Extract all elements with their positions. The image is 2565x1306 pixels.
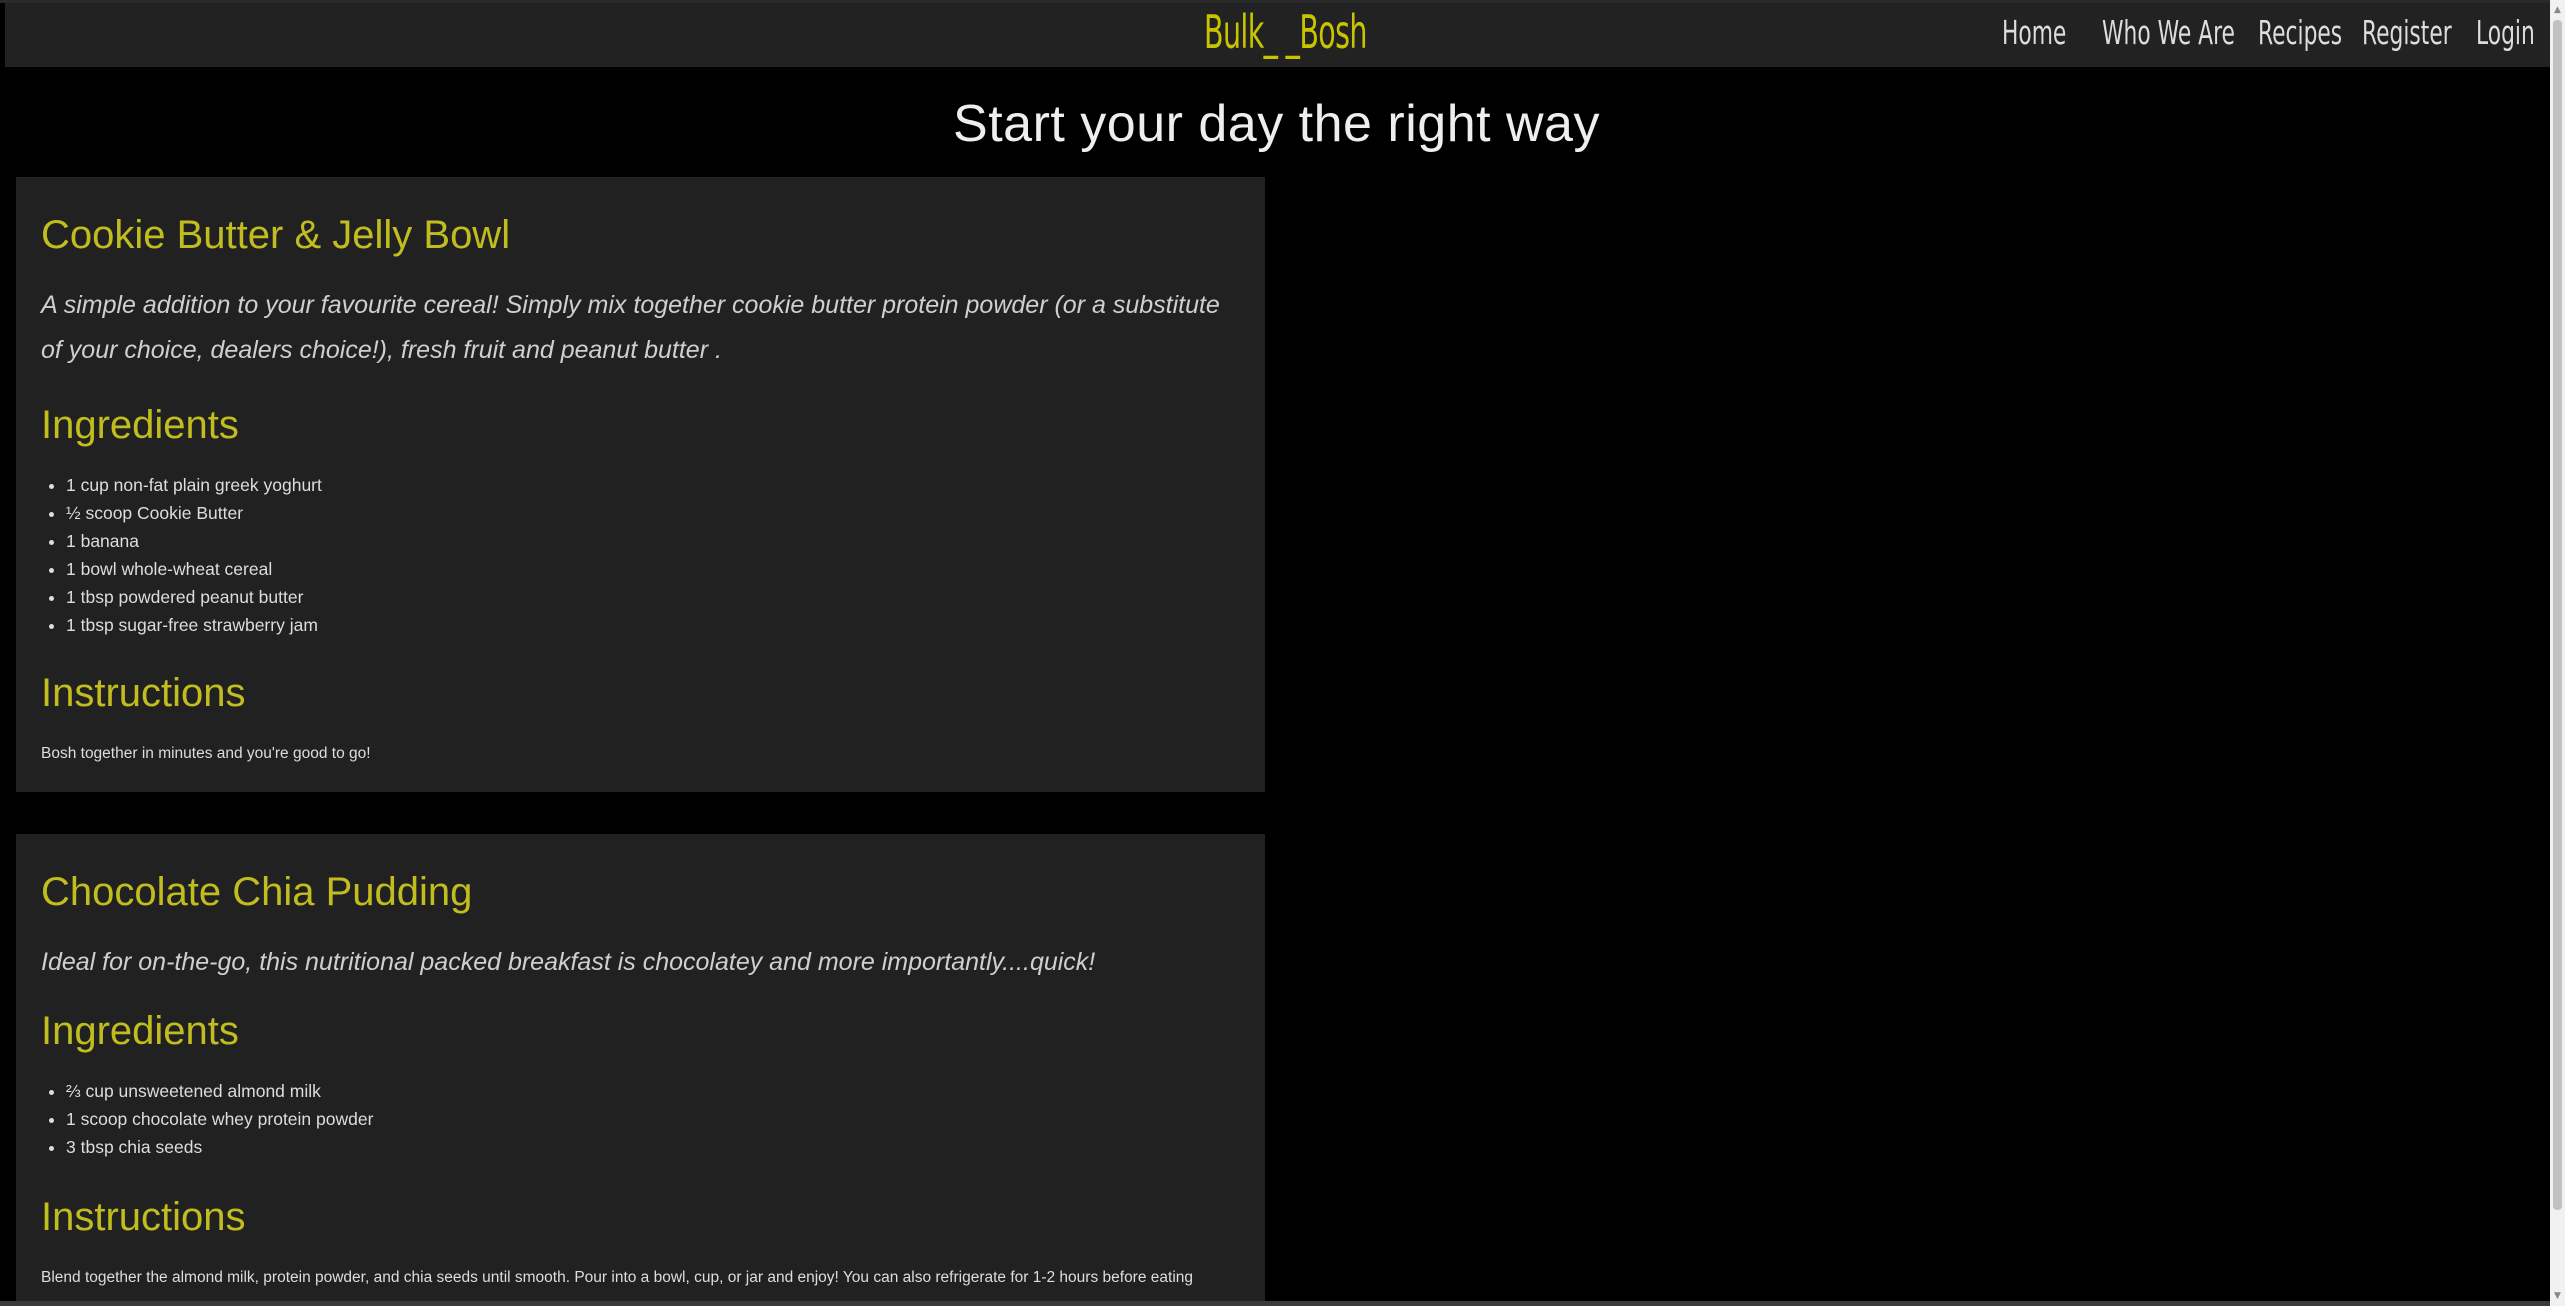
nav-links: Home Who We Are Recipes Register Login	[2002, 13, 2544, 63]
nav-item-home[interactable]: Home	[2002, 13, 2088, 63]
bottom-strip	[0, 1301, 2550, 1306]
ingredient-item: 1 scoop chocolate whey protein powder	[66, 1105, 373, 1133]
ingredients-list: 1 cup non-fat plain greek yoghurt ½ scoo…	[41, 471, 322, 639]
instructions-heading: Instructions	[41, 671, 246, 715]
recipe-card: Cookie Butter & Jelly Bowl A simple addi…	[16, 177, 1265, 792]
nav-item-recipes[interactable]: Recipes	[2258, 13, 2352, 63]
recipe-description: Ideal for on-the-go, this nutritional pa…	[41, 948, 1096, 976]
ingredients-heading: Ingredients	[41, 1009, 239, 1053]
ingredient-item: 1 cup non-fat plain greek yoghurt	[66, 471, 322, 499]
instructions-text: Bosh together in minutes and you're good…	[41, 745, 371, 762]
ingredients-list: ⅔ cup unsweetened almond milk 1 scoop ch…	[41, 1077, 373, 1161]
recipe-title: Chocolate Chia Pudding	[41, 870, 473, 914]
ingredient-item: 3 tbsp chia seeds	[66, 1133, 373, 1161]
browser-viewport: Bulk_ _Bosh Home Who We Are Recipes Regi…	[0, 0, 2565, 1306]
ingredient-item: 1 banana	[66, 527, 322, 555]
ingredient-item: 1 bowl whole-wheat cereal	[66, 555, 322, 583]
scroll-down-arrow-icon[interactable]: ▼	[2553, 1290, 2562, 1302]
page-title: Start your day the right way	[953, 95, 1600, 153]
nav-item-login[interactable]: Login	[2476, 13, 2544, 63]
ingredient-item: 1 tbsp powdered peanut butter	[66, 583, 322, 611]
brand-logo[interactable]: Bulk_ _Bosh	[1204, 5, 1367, 59]
scrollbar-thumb[interactable]	[2553, 20, 2562, 1210]
recipe-description: A simple addition to your favourite cere…	[41, 291, 1220, 364]
instructions-heading: Instructions	[41, 1195, 246, 1239]
ingredient-item: ½ scoop Cookie Butter	[66, 499, 322, 527]
nav-item-register[interactable]: Register	[2362, 13, 2466, 63]
navbar: Bulk_ _Bosh Home Who We Are Recipes Regi…	[5, 3, 2550, 67]
ingredient-item: 1 tbsp sugar-free strawberry jam	[66, 611, 322, 639]
instructions-text: Blend together the almond milk, protein …	[41, 1269, 1194, 1286]
recipe-card: Chocolate Chia Pudding Ideal for on-the-…	[16, 834, 1265, 1306]
nav-item-who-we-are[interactable]: Who We Are	[2102, 13, 2250, 63]
ingredients-heading: Ingredients	[41, 403, 239, 447]
scroll-up-arrow-icon[interactable]: ▲	[2553, 4, 2562, 16]
ingredient-item: ⅔ cup unsweetened almond milk	[66, 1077, 373, 1105]
recipe-title: Cookie Butter & Jelly Bowl	[41, 213, 511, 257]
